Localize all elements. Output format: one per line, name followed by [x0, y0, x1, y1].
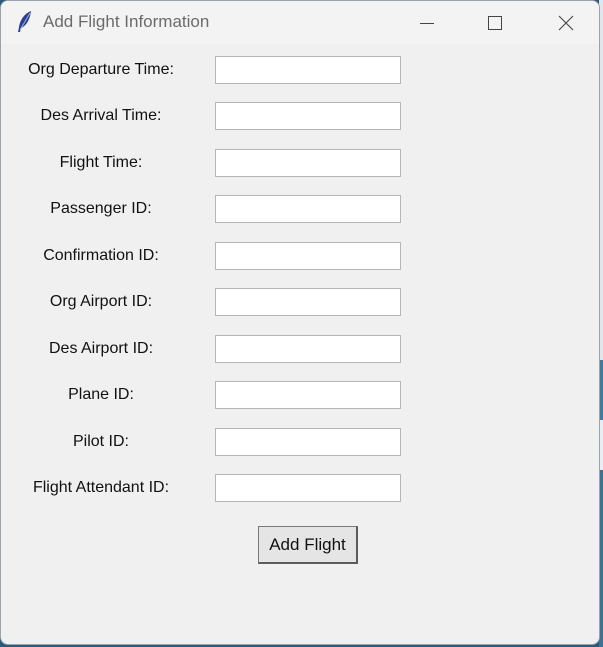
confirmation-id-label: Confirmation ID:	[43, 247, 159, 264]
form-row-pilot-id: Pilot ID:	[1, 427, 599, 473]
maximize-icon	[487, 15, 503, 31]
flight-attendant-id-input[interactable]	[215, 474, 401, 502]
form-row-flight-attendant-id: Flight Attendant ID:	[1, 473, 599, 519]
window-title: Add Flight Information	[43, 12, 210, 31]
title-bar[interactable]: Add Flight Information	[1, 1, 599, 44]
close-button[interactable]	[543, 1, 589, 44]
flight-time-label: Flight Time:	[59, 154, 143, 171]
form-row-des-arrival-time: Des Arrival Time:	[1, 101, 599, 147]
org-airport-id-label: Org Airport ID:	[49, 293, 153, 310]
pilot-id-input[interactable]	[215, 428, 401, 456]
confirmation-id-input[interactable]	[215, 242, 401, 270]
des-airport-id-label: Des Airport ID:	[48, 340, 154, 357]
org-departure-time-input[interactable]	[215, 56, 401, 84]
org-departure-time-label: Org Departure Time:	[28, 61, 174, 78]
passenger-id-label: Passenger ID:	[50, 200, 152, 217]
flight-time-input[interactable]	[215, 149, 401, 177]
add-flight-window: Add Flight Information Org Departure Tim…	[0, 0, 600, 645]
minimize-icon	[419, 15, 435, 31]
des-airport-id-input[interactable]	[215, 335, 401, 363]
maximize-button[interactable]	[472, 1, 518, 44]
form-row-confirmation-id: Confirmation ID:	[1, 241, 599, 287]
org-airport-id-input[interactable]	[215, 288, 401, 316]
feather-icon	[15, 10, 35, 34]
form-row-org-airport-id: Org Airport ID:	[1, 287, 599, 333]
pilot-id-label: Pilot ID:	[72, 433, 129, 450]
form-row-org-departure-time: Org Departure Time:	[1, 55, 599, 101]
form-row-passenger-id: Passenger ID:	[1, 194, 599, 240]
des-arrival-time-input[interactable]	[215, 102, 401, 130]
minimize-button[interactable]	[404, 1, 450, 44]
form-row-plane-id: Plane ID:	[1, 380, 599, 426]
close-icon	[558, 15, 574, 31]
form-row-des-airport-id: Des Airport ID:	[1, 334, 599, 380]
passenger-id-input[interactable]	[215, 195, 401, 223]
flight-attendant-id-label: Flight Attendant ID:	[32, 479, 170, 496]
plane-id-label: Plane ID:	[68, 386, 134, 403]
add-flight-button[interactable]: Add Flight	[258, 526, 358, 564]
plane-id-input[interactable]	[215, 381, 401, 409]
form-row-flight-time: Flight Time:	[1, 148, 599, 194]
des-arrival-time-label: Des Arrival Time:	[40, 107, 162, 124]
